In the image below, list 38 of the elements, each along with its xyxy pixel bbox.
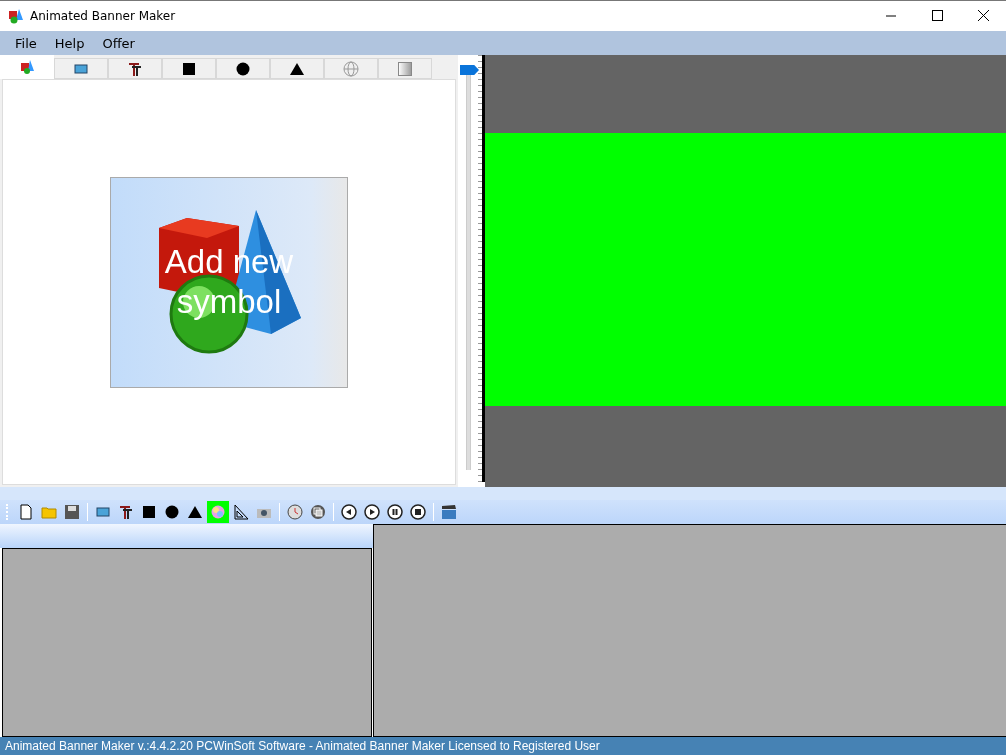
text-icon	[127, 60, 143, 77]
globe-icon	[343, 60, 359, 77]
picture-icon	[95, 504, 111, 520]
tool-button[interactable]	[338, 501, 360, 523]
new-file-icon	[18, 504, 34, 520]
zoom-slider[interactable]	[460, 65, 479, 470]
layers-icon	[310, 504, 326, 520]
color-wheel-icon	[210, 504, 226, 520]
clock-icon	[287, 504, 303, 520]
tab[interactable]	[216, 58, 270, 79]
square-icon	[181, 60, 197, 77]
tab[interactable]	[270, 58, 324, 79]
menu-item[interactable]: Help	[45, 35, 94, 51]
gradient-icon	[397, 60, 413, 77]
play-icon	[364, 504, 380, 520]
circle-icon	[164, 504, 180, 520]
status-bar: Animated Banner Maker v.:4.4.2.20 PCWinSoft Software - Animated Banner Maker Licensed to Registered User	[0, 737, 1006, 755]
app-shapes-icon	[8, 8, 24, 24]
slider-thumb[interactable]	[460, 65, 479, 75]
tool-button[interactable]	[384, 501, 406, 523]
triangle-icon	[187, 504, 203, 520]
shapes-icon	[19, 59, 35, 75]
tab[interactable]	[108, 58, 162, 79]
square-icon	[141, 504, 157, 520]
menu-item[interactable]: File	[6, 35, 46, 51]
floppy-icon	[64, 504, 80, 520]
tab[interactable]	[162, 58, 216, 79]
circle-icon	[235, 60, 251, 77]
pause-icon	[387, 504, 403, 520]
folder-icon	[41, 504, 57, 520]
tool-button[interactable]	[407, 501, 429, 523]
menu-item[interactable]: Offer	[93, 35, 144, 51]
text-icon	[118, 504, 134, 520]
clapperboard-icon	[441, 504, 457, 520]
stop-icon	[410, 504, 426, 520]
previous-icon	[341, 504, 357, 520]
window-title: Animated Banner Maker	[30, 9, 177, 23]
tool-button[interactable]	[361, 501, 383, 523]
